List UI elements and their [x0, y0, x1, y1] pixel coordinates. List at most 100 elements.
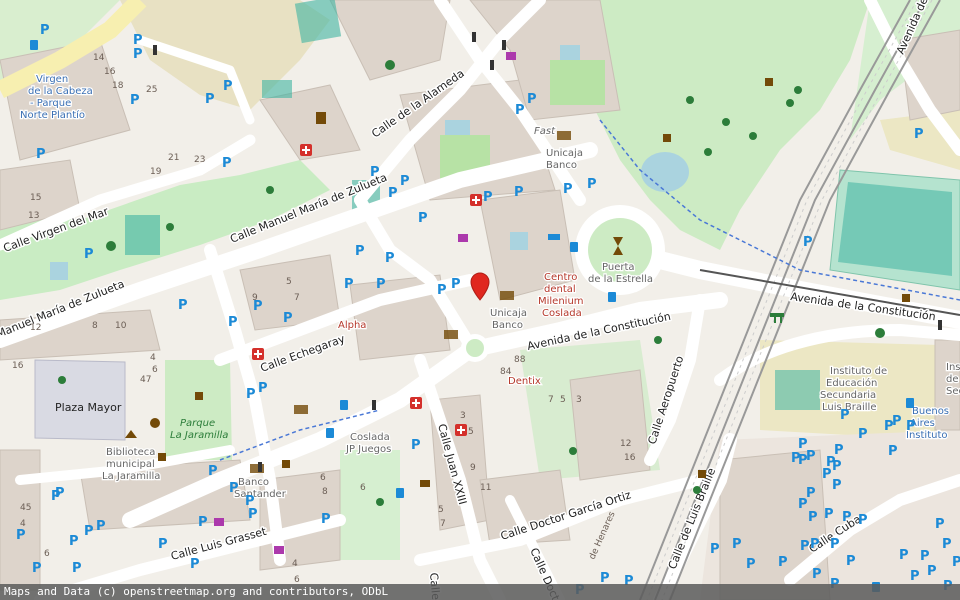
parking-icon[interactable]: P — [914, 127, 924, 142]
parking-icon[interactable]: P — [824, 507, 834, 522]
townhall-icon[interactable] — [316, 112, 326, 124]
bus-stop-icon[interactable] — [906, 398, 914, 408]
bus-stop-icon[interactable] — [570, 242, 578, 252]
parking-icon[interactable]: P — [806, 449, 816, 464]
pharmacy-icon[interactable] — [470, 194, 482, 206]
bus-stop-icon[interactable] — [340, 400, 348, 410]
parking-icon[interactable]: P — [942, 537, 952, 552]
parking-icon[interactable]: P — [830, 537, 840, 552]
parking-icon[interactable]: P — [133, 33, 143, 48]
parking-icon[interactable]: P — [927, 564, 937, 579]
parking-icon[interactable]: P — [935, 517, 945, 532]
parking-icon[interactable]: P — [587, 177, 597, 192]
parking-icon[interactable]: P — [515, 103, 525, 118]
parking-icon[interactable]: P — [208, 464, 218, 479]
parking-icon[interactable]: P — [842, 510, 852, 525]
parking-icon[interactable]: P — [884, 419, 894, 434]
parking-icon[interactable]: P — [952, 555, 960, 570]
parking-icon[interactable]: P — [130, 93, 140, 108]
parking-icon[interactable]: P — [69, 534, 79, 549]
parking-icon[interactable]: P — [55, 486, 65, 501]
parking-icon[interactable]: P — [32, 561, 42, 576]
bank-icon[interactable] — [500, 291, 514, 300]
parking-icon[interactable]: P — [388, 186, 398, 201]
pharmacy-icon[interactable] — [455, 424, 467, 436]
parking-icon[interactable]: P — [198, 515, 208, 530]
parking-icon[interactable]: P — [832, 478, 842, 493]
parking-icon[interactable]: P — [258, 381, 268, 396]
parking-icon[interactable]: P — [803, 235, 813, 250]
parking-icon[interactable]: P — [812, 567, 822, 582]
parking-icon[interactable]: P — [514, 185, 524, 200]
parking-icon[interactable]: P — [483, 190, 493, 205]
parking-icon[interactable]: P — [190, 557, 200, 572]
bus-stop-icon[interactable] — [326, 428, 334, 438]
parking-icon[interactable]: P — [84, 247, 94, 262]
parking-icon[interactable]: P — [40, 23, 50, 38]
parking-icon[interactable]: P — [846, 554, 856, 569]
shop-icon[interactable] — [506, 52, 516, 60]
swimming-icon[interactable] — [385, 60, 395, 70]
parking-icon[interactable]: P — [906, 419, 916, 434]
bicycle-parking-icon[interactable] — [548, 234, 560, 240]
location-marker[interactable] — [470, 272, 490, 301]
car-icon[interactable] — [420, 480, 430, 487]
museum-icon[interactable] — [125, 430, 137, 438]
parking-icon[interactable]: P — [133, 47, 143, 62]
bus-stop-icon[interactable] — [608, 292, 616, 302]
parking-icon[interactable]: P — [376, 277, 386, 292]
bus-stop-icon[interactable] — [30, 40, 38, 50]
parking-icon[interactable]: P — [84, 524, 94, 539]
parking-icon[interactable]: P — [253, 299, 263, 314]
map-view[interactable]: Calle Virgen del Mar Calle Manuel María … — [0, 0, 960, 600]
parking-icon[interactable]: P — [810, 537, 820, 552]
parking-icon[interactable]: P — [246, 387, 256, 402]
parking-icon[interactable]: P — [370, 165, 380, 180]
parking-icon[interactable]: P — [791, 451, 801, 466]
parking-icon[interactable]: P — [798, 497, 808, 512]
picnic-icon[interactable] — [770, 313, 784, 323]
bus-stop-icon[interactable] — [396, 488, 404, 498]
parking-icon[interactable]: P — [344, 277, 354, 292]
parking-icon[interactable]: P — [888, 444, 898, 459]
parking-icon[interactable]: P — [72, 561, 82, 576]
parking-icon[interactable]: P — [16, 528, 26, 543]
parking-icon[interactable]: P — [437, 283, 447, 298]
parking-icon[interactable]: P — [205, 92, 215, 107]
parking-icon[interactable]: P — [858, 427, 868, 442]
shop-icon[interactable] — [458, 234, 468, 242]
parking-icon[interactable]: P — [248, 507, 258, 522]
parking-icon[interactable]: P — [283, 311, 293, 326]
parking-icon[interactable]: P — [178, 298, 188, 313]
parking-icon[interactable]: P — [899, 548, 909, 563]
parking-icon[interactable]: P — [228, 315, 238, 330]
parking-icon[interactable]: P — [746, 557, 756, 572]
parking-icon[interactable]: P — [96, 519, 106, 534]
parking-icon[interactable]: P — [822, 467, 832, 482]
parking-icon[interactable]: P — [920, 549, 930, 564]
parking-icon[interactable]: P — [910, 569, 920, 584]
parking-icon[interactable]: P — [732, 537, 742, 552]
parking-icon[interactable]: P — [840, 408, 850, 423]
parking-icon[interactable]: P — [36, 147, 46, 162]
parking-icon[interactable]: P — [800, 539, 810, 554]
parking-icon[interactable]: P — [385, 251, 395, 266]
pharmacy-icon[interactable] — [410, 397, 422, 409]
parking-icon[interactable]: P — [158, 537, 168, 552]
parking-icon[interactable]: P — [418, 211, 428, 226]
theatre-icon[interactable] — [150, 418, 160, 428]
parking-icon[interactable]: P — [563, 182, 573, 197]
map-canvas[interactable]: Calle Virgen del Mar Calle Manuel María … — [0, 0, 960, 600]
shop-icon[interactable] — [274, 546, 284, 554]
bank-icon[interactable] — [444, 330, 458, 339]
parking-icon[interactable]: P — [710, 542, 720, 557]
parking-icon[interactable]: P — [223, 79, 233, 94]
parking-icon[interactable]: P — [400, 174, 410, 189]
parking-icon[interactable]: P — [858, 513, 868, 528]
parking-icon[interactable]: P — [411, 438, 421, 453]
bank-icon[interactable] — [294, 405, 308, 414]
pharmacy-icon[interactable] — [300, 144, 312, 156]
parking-icon[interactable]: P — [321, 512, 331, 527]
pharmacy-icon[interactable] — [252, 348, 264, 360]
parking-icon[interactable]: P — [355, 244, 365, 259]
